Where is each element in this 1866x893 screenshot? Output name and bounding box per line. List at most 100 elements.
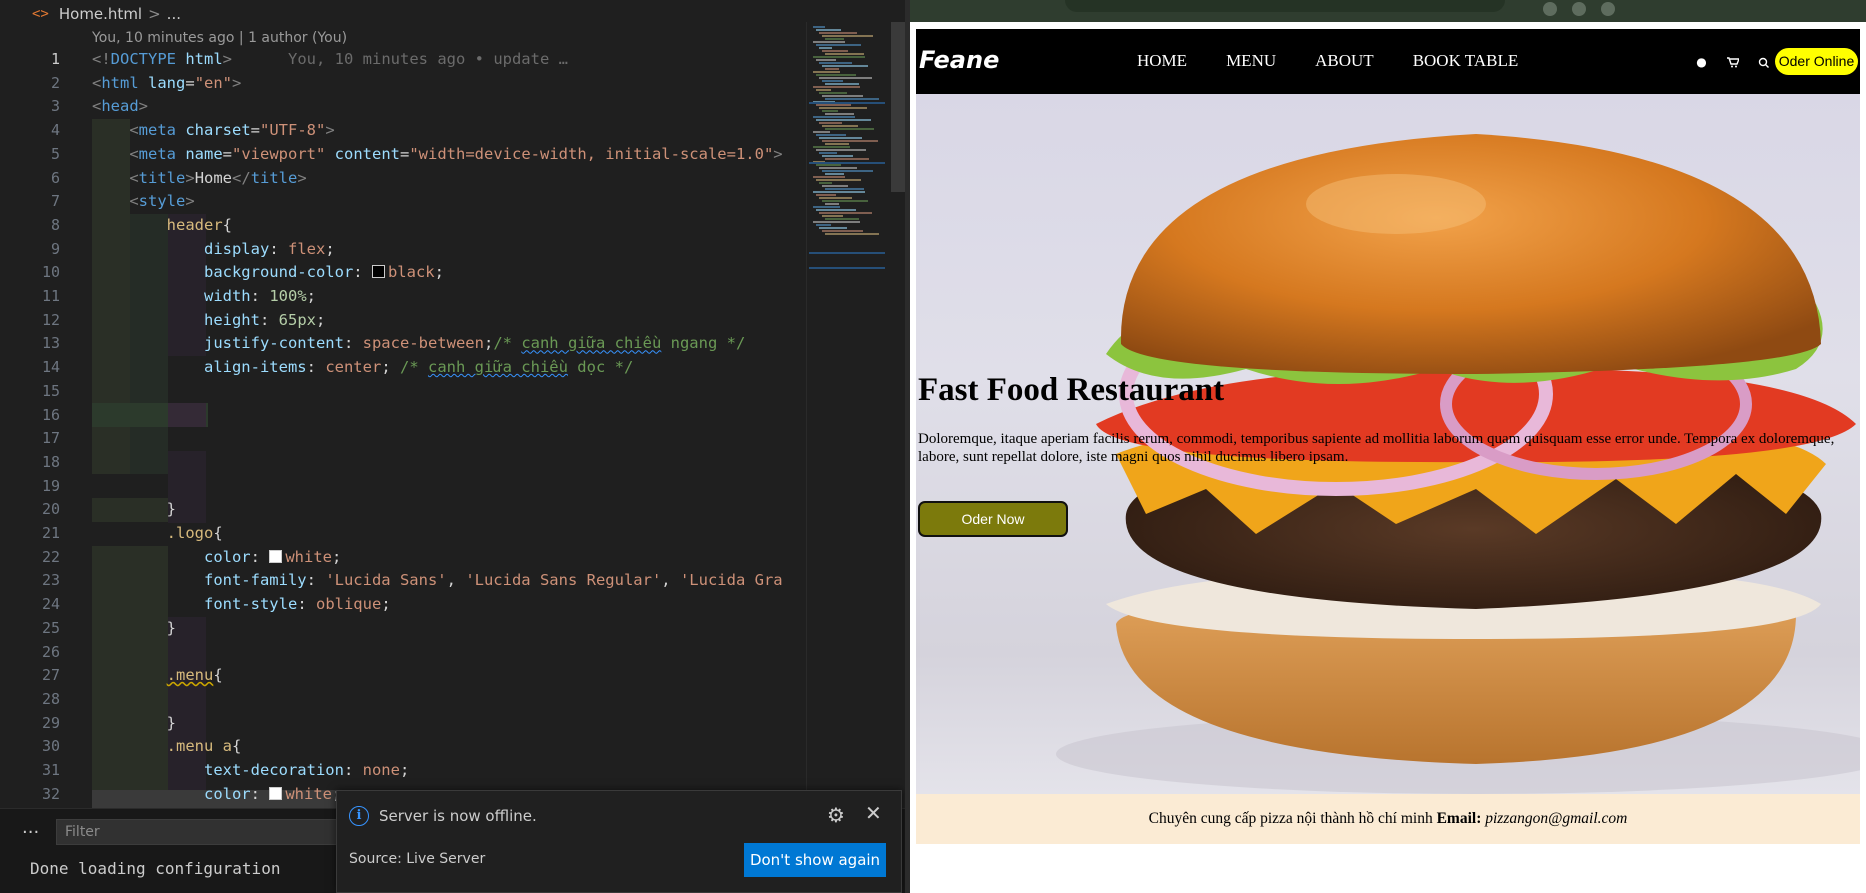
scrollbar-thumb[interactable] bbox=[891, 22, 905, 192]
site-logo[interactable]: Feane bbox=[919, 46, 999, 74]
code-editor[interactable]: <> Home.html > ... You, 10 minutes ago |… bbox=[0, 0, 905, 893]
footer-text: Chuyên cung cấp pizza nội thành hồ chí m… bbox=[1148, 810, 1437, 827]
git-blame-lens[interactable]: You, 10 minutes ago | 1 author (You) bbox=[92, 28, 347, 48]
minimap-line bbox=[825, 113, 854, 115]
line-number: 14 bbox=[41, 358, 60, 377]
minimap-line bbox=[813, 191, 865, 193]
line-number: 20 bbox=[41, 500, 60, 519]
code-line-27: } bbox=[166, 713, 176, 732]
line-number: 26 bbox=[41, 642, 60, 661]
line-number: 8 bbox=[50, 215, 60, 234]
output-text: Done loading configuration bbox=[30, 859, 281, 878]
line-number: 6 bbox=[50, 168, 60, 187]
menu-home-link[interactable]: HOME bbox=[1137, 51, 1187, 71]
color-swatch-black[interactable] bbox=[371, 265, 385, 279]
code-line-21: font-family: 'Lucida Sans', 'Lucida Sans… bbox=[203, 571, 783, 590]
footer-email[interactable]: pizzangon@gmail.com bbox=[1481, 810, 1627, 827]
minimap-line bbox=[819, 152, 837, 154]
breadcrumb: <> Home.html > ... bbox=[0, 0, 905, 28]
minimap-line bbox=[822, 65, 868, 67]
menu-about-link[interactable]: ABOUT bbox=[1315, 51, 1374, 71]
line-number: 9 bbox=[50, 239, 60, 258]
minimap-line bbox=[816, 179, 861, 181]
browser-menu-icon[interactable] bbox=[1601, 2, 1615, 16]
user-icon[interactable]: ● bbox=[1686, 50, 1717, 74]
browser-profile-icon[interactable] bbox=[1572, 2, 1586, 16]
minimap-line bbox=[816, 209, 856, 211]
code-line-5: <meta name="viewport" content="width=dev… bbox=[129, 144, 783, 163]
breadcrumb-more[interactable]: ... bbox=[167, 5, 181, 23]
footer-email-label: Email: bbox=[1436, 810, 1482, 827]
code-line-4: <meta charset="UTF-8"> bbox=[129, 121, 335, 140]
breadcrumb-file[interactable]: Home.html bbox=[59, 5, 142, 23]
line-number: 17 bbox=[41, 429, 60, 448]
minimap-line bbox=[816, 89, 831, 91]
line-number: 32 bbox=[41, 784, 60, 803]
order-now-button[interactable]: Oder Now bbox=[918, 501, 1068, 537]
line-number: 13 bbox=[41, 334, 60, 353]
line-number: 23 bbox=[41, 571, 60, 590]
minimap-line bbox=[822, 155, 853, 157]
html-file-icon: <> bbox=[32, 6, 49, 22]
address-bar[interactable] bbox=[1065, 0, 1505, 12]
browser-preview: Feane HOME MENU ABOUT BOOK TABLE ● Oder … bbox=[910, 0, 1866, 893]
minimap-line bbox=[822, 170, 873, 172]
hero-title: Fast Food Restaurant bbox=[918, 372, 1225, 408]
minimap-line bbox=[816, 104, 851, 106]
minimap-line bbox=[822, 110, 838, 112]
minimap-line bbox=[825, 218, 859, 220]
site-footer: Chuyên cung cấp pizza nội thành hồ chí m… bbox=[916, 794, 1860, 844]
menu-menu-link[interactable]: MENU bbox=[1226, 51, 1276, 71]
minimap-highlight bbox=[809, 252, 885, 254]
minimap-line bbox=[819, 137, 862, 139]
code-line-9: display: flex; bbox=[203, 239, 335, 258]
minimap-line bbox=[813, 41, 845, 43]
order-online-button[interactable]: Oder Online bbox=[1775, 48, 1858, 75]
dont-show-again-button[interactable]: Don't show again bbox=[744, 843, 886, 877]
minimap-line bbox=[819, 47, 832, 49]
minimap-line bbox=[813, 176, 845, 178]
toast-message: Server is now offline. bbox=[379, 807, 537, 825]
line-number: 1 bbox=[50, 50, 60, 68]
minimap-line bbox=[816, 164, 841, 166]
code-line-7: <style> bbox=[129, 192, 195, 211]
more-actions-icon[interactable]: ... bbox=[22, 817, 39, 838]
line-number: 21 bbox=[41, 524, 60, 542]
site-header: Feane HOME MENU ABOUT BOOK TABLE ● Oder … bbox=[916, 29, 1860, 94]
minimap-line bbox=[825, 233, 879, 235]
close-icon[interactable]: ✕ bbox=[865, 801, 882, 825]
code-line-29: text-decoration: none; bbox=[203, 761, 410, 779]
minimap-line bbox=[822, 95, 863, 97]
minimap-line bbox=[813, 71, 840, 73]
line-number: 27 bbox=[41, 666, 60, 685]
minimap-line bbox=[816, 134, 846, 136]
code-area[interactable]: <!DOCTYPE html> You, 10 minutes ago • up… bbox=[92, 48, 806, 808]
code-line-28: .menu a{ bbox=[166, 737, 242, 756]
minimap[interactable] bbox=[806, 22, 894, 812]
line-number: 10 bbox=[41, 263, 60, 282]
minimap-line bbox=[819, 32, 857, 34]
code-line-25: .menu{ bbox=[166, 666, 223, 685]
color-swatch-white[interactable] bbox=[269, 549, 283, 563]
code-line-18: } bbox=[166, 500, 176, 519]
minimap-line bbox=[816, 74, 856, 76]
minimap-line bbox=[819, 182, 832, 184]
line-number: 19 bbox=[41, 476, 60, 495]
minimap-line bbox=[813, 146, 850, 148]
line-number: 12 bbox=[41, 310, 60, 329]
minimap-line bbox=[825, 128, 874, 130]
color-swatch-white[interactable] bbox=[269, 786, 283, 800]
minimap-line bbox=[816, 149, 866, 151]
menu-book-table-link[interactable]: BOOK TABLE bbox=[1413, 51, 1519, 71]
minimap-line bbox=[819, 212, 872, 214]
browser-extension-icon[interactable] bbox=[1543, 2, 1557, 16]
filter-input[interactable]: Filter bbox=[56, 819, 346, 845]
minimap-line bbox=[822, 35, 873, 37]
gear-icon[interactable]: ⚙ bbox=[827, 803, 845, 827]
minimap-line bbox=[813, 86, 860, 88]
line-number: 3 bbox=[50, 97, 60, 116]
toast-source: Source: Live Server bbox=[349, 851, 486, 867]
minimap-line bbox=[816, 119, 871, 121]
cart-icon[interactable] bbox=[1717, 50, 1748, 74]
line-number: 30 bbox=[41, 737, 60, 756]
